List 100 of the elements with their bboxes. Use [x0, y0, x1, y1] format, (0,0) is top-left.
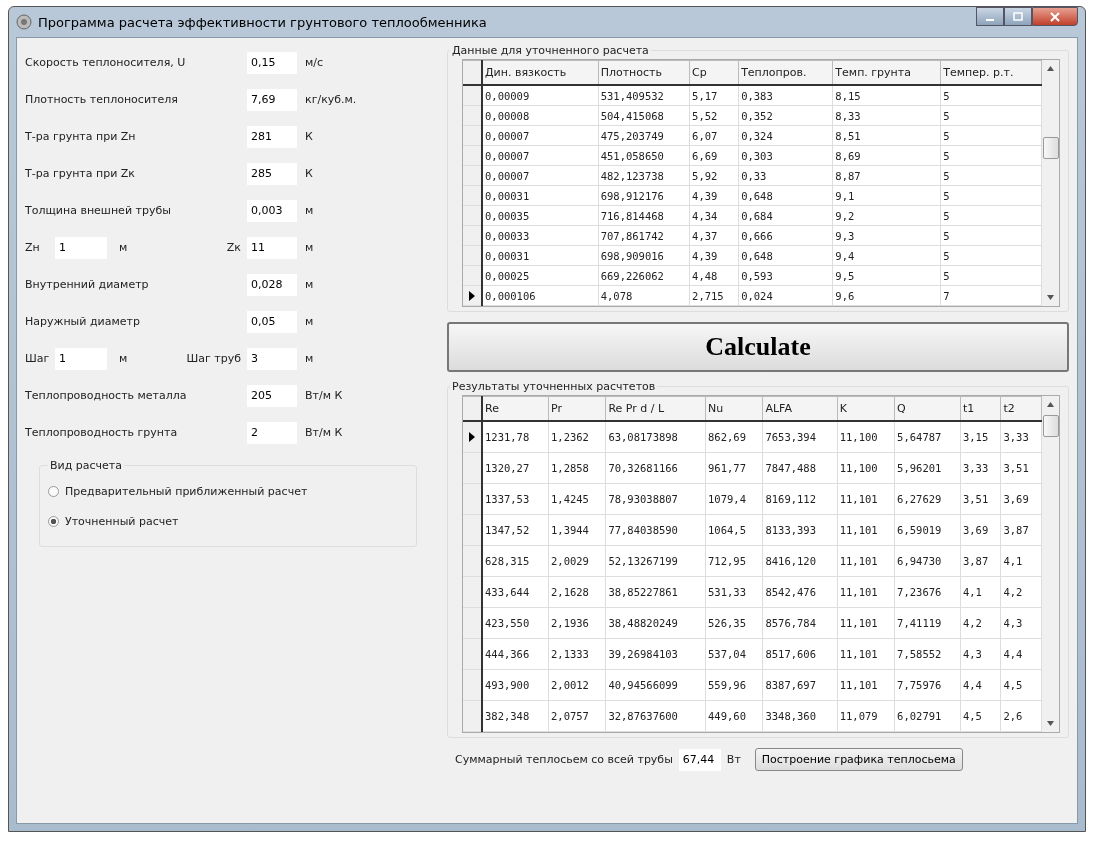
- column-header[interactable]: Cp: [689, 60, 739, 85]
- scroll-down-icon[interactable]: [1047, 295, 1054, 300]
- unit-label: м: [304, 204, 314, 217]
- input-field[interactable]: 285: [247, 162, 297, 185]
- table-cell: 5: [940, 205, 1042, 226]
- input-field[interactable]: 2: [247, 421, 297, 444]
- table-cell: 8,15: [832, 85, 941, 106]
- column-header[interactable]: Re: [482, 396, 549, 421]
- table-cell: 4,4: [960, 669, 1001, 701]
- column-header[interactable]: Nu: [705, 396, 763, 421]
- radio-option[interactable]: Предварительный приближенный расчет: [48, 476, 408, 506]
- table-cell: 449,60: [705, 700, 763, 732]
- table-cell: 4,1: [1000, 545, 1042, 577]
- field-label: Скорость теплоносителя, U: [25, 56, 187, 69]
- table-cell: 6,27629: [894, 483, 961, 515]
- table-cell: 40,94566099: [605, 669, 706, 701]
- table-cell: 8517,606: [762, 638, 838, 670]
- app-icon: [16, 14, 32, 30]
- field-label: Zн: [25, 241, 41, 254]
- column-header[interactable]: K: [837, 396, 895, 421]
- column-header[interactable]: ALFA: [762, 396, 838, 421]
- table-cell: 3,87: [1000, 514, 1042, 546]
- window-title: Программа расчета эффективности грунтового теплообменника: [38, 14, 487, 30]
- input-field[interactable]: 11: [247, 236, 297, 259]
- row-indicator[interactable]: [463, 607, 482, 639]
- field-label: Внутренний диаметр: [25, 278, 150, 291]
- table-cell: 1079,4: [705, 483, 763, 515]
- input-field[interactable]: 7,69: [247, 88, 297, 111]
- table-cell: 39,26984103: [605, 638, 706, 670]
- row-indicator[interactable]: [463, 85, 482, 106]
- row-indicator[interactable]: [463, 576, 482, 608]
- table-cell: 5: [940, 245, 1042, 266]
- input-field[interactable]: 0,05: [247, 310, 297, 333]
- table-cell: 482,123738: [598, 165, 690, 186]
- table-cell: 1,2858: [548, 452, 606, 484]
- row-indicator[interactable]: [463, 669, 482, 701]
- table-cell: 0,00008: [482, 105, 599, 126]
- column-header[interactable]: Темп. грунта: [832, 60, 941, 85]
- radio-option[interactable]: Уточненный расчет: [48, 506, 408, 536]
- table-cell: 0,00031: [482, 245, 599, 266]
- table-cell: 8387,697: [762, 669, 838, 701]
- table-cell: 0,000106: [482, 285, 599, 306]
- column-header[interactable]: Pr: [548, 396, 606, 421]
- table-cell: 862,69: [705, 421, 763, 453]
- column-header[interactable]: Re Pr d / L: [605, 396, 706, 421]
- input-field[interactable]: 0,15: [247, 51, 297, 74]
- table-cell: 8,51: [832, 125, 941, 146]
- table-cell: 9,4: [832, 245, 941, 266]
- input-field[interactable]: 0,003: [247, 199, 297, 222]
- input-field[interactable]: 1: [55, 347, 107, 370]
- unit-label: м: [118, 352, 129, 365]
- table-cell: 4,37: [689, 225, 739, 246]
- close-button[interactable]: [1032, 7, 1078, 26]
- column-header[interactable]: Q: [894, 396, 961, 421]
- column-header[interactable]: t2: [1000, 396, 1042, 421]
- column-header[interactable]: Темпер. р.т.: [940, 60, 1042, 85]
- row-indicator[interactable]: [463, 545, 482, 577]
- minimize-button[interactable]: [976, 7, 1004, 26]
- total-field[interactable]: 67,44: [678, 748, 721, 771]
- table-cell: 961,77: [705, 452, 763, 484]
- column-header[interactable]: Теплопров.: [738, 60, 833, 85]
- unit-label: м: [304, 241, 314, 254]
- table-cell: 11,101: [837, 607, 895, 639]
- row-indicator[interactable]: [463, 700, 482, 732]
- column-header[interactable]: t1: [960, 396, 1001, 421]
- row-indicator[interactable]: [463, 483, 482, 515]
- table-cell: 0,024: [738, 285, 833, 306]
- table-cell: 5: [940, 165, 1042, 186]
- column-header[interactable]: Плотность: [598, 60, 690, 85]
- table-cell: 5: [940, 185, 1042, 206]
- table-cell: 11,101: [837, 514, 895, 546]
- table-cell: 4,39: [689, 245, 739, 266]
- row-indicator[interactable]: [463, 638, 482, 670]
- table-cell: 475,203749: [598, 125, 690, 146]
- row-indicator[interactable]: [463, 514, 482, 546]
- column-header[interactable]: Дин. вязкость: [482, 60, 599, 85]
- row-indicator[interactable]: [463, 452, 482, 484]
- input-field[interactable]: 3: [247, 347, 297, 370]
- table-cell: 2,0757: [548, 700, 606, 732]
- input-field[interactable]: 0,028: [247, 273, 297, 296]
- table-cell: 8542,476: [762, 576, 838, 608]
- chart-button[interactable]: Построение графика теплосьема: [754, 748, 963, 771]
- maximize-button[interactable]: [1004, 7, 1032, 26]
- input-field[interactable]: 205: [247, 384, 297, 407]
- scroll-thumb[interactable]: [1042, 415, 1059, 437]
- input-field[interactable]: 281: [247, 125, 297, 148]
- scroll-thumb[interactable]: [1042, 137, 1059, 159]
- table-cell: 11,101: [837, 638, 895, 670]
- table-cell: 5,96201: [894, 452, 961, 484]
- table-cell: 2,1628: [548, 576, 606, 608]
- table-cell: 38,48820249: [605, 607, 706, 639]
- row-indicator[interactable]: [463, 421, 482, 453]
- input-field[interactable]: 1: [55, 236, 107, 259]
- table-cell: 5: [940, 265, 1042, 286]
- table-cell: 5: [940, 225, 1042, 246]
- scroll-up-icon[interactable]: [1047, 402, 1054, 407]
- table-cell: 0,00007: [482, 125, 599, 146]
- scroll-up-icon[interactable]: [1047, 66, 1054, 71]
- calculate-button[interactable]: Calculate: [447, 322, 1069, 372]
- scroll-down-icon[interactable]: [1047, 721, 1054, 726]
